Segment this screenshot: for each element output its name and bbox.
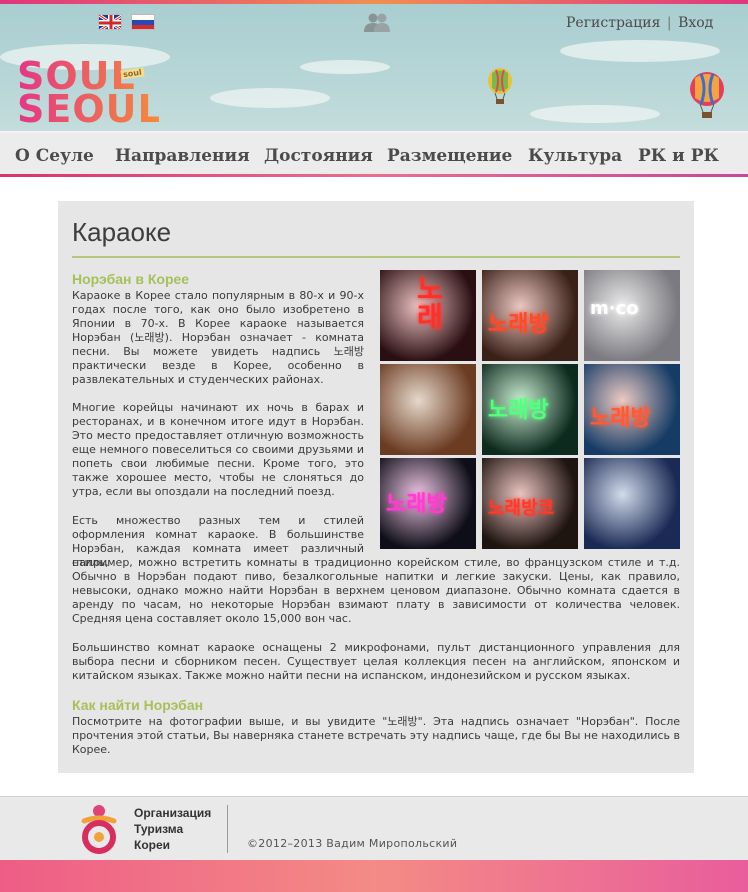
neon-sign-text: 노래방 — [488, 312, 549, 337]
balloon-icon — [488, 68, 512, 104]
nav-item-directions[interactable]: Направления — [115, 146, 250, 166]
cloud-decoration — [530, 105, 660, 123]
login-link[interactable]: Вход — [678, 15, 713, 31]
neon-sign-text: m·co — [590, 298, 639, 319]
paragraph: Посмотрите на фотографии выше, и вы увид… — [72, 715, 680, 756]
title-divider — [72, 256, 680, 258]
paragraph: Караоке в Корее стало популярным в 80-х … — [72, 289, 364, 386]
org-line: Туризма — [134, 822, 184, 836]
register-link[interactable]: Регистрация — [566, 15, 660, 31]
org-line: Кореи — [134, 838, 171, 852]
karaoke-photo: m·co — [584, 270, 680, 361]
karaoke-photo: 노래방 — [482, 364, 578, 455]
auth-links: Регистрация | Вход — [566, 15, 713, 31]
auth-separator: | — [666, 15, 672, 31]
section-heading-noraebang: Норэбан в Корее — [72, 271, 190, 287]
main-navigation: О Сеуле Направления Достояния Размещение… — [0, 131, 748, 176]
org-line: Организация — [134, 806, 212, 820]
nav-item-culture[interactable]: Культура — [528, 146, 622, 166]
neon-sign-text: 노래방 — [590, 406, 651, 431]
balloon-icon — [690, 72, 724, 118]
article-panel: Караоке Норэбан в Корее Караоке в Корее … — [58, 201, 694, 773]
logo-word-seoul: SEOUL — [17, 87, 163, 131]
users-icon[interactable] — [362, 12, 392, 32]
nav-accent-line — [0, 174, 748, 177]
page-title: Караоке — [72, 217, 172, 247]
russia-flag-icon[interactable] — [131, 14, 155, 30]
paragraph: Многие корейцы начинают их ночь в барах … — [72, 401, 364, 498]
karaoke-photo: 노래 — [380, 270, 476, 361]
paragraph: Большинство комнат караоке оснащены 2 ми… — [72, 641, 680, 682]
karaoke-photo: 노래방 — [380, 458, 476, 549]
footer-accent-bar — [0, 860, 748, 892]
header-top-accent-line — [0, 0, 748, 4]
neon-sign-text: 노래방코 — [488, 498, 555, 519]
cloud-decoration — [210, 88, 330, 108]
site-header: Регистрация | Вход SOUL SEOUL soul — [0, 0, 748, 131]
cloud-decoration — [300, 60, 390, 74]
karaoke-photo: 노래방코 — [482, 458, 578, 549]
paragraph: например, можно встретить комнаты в трад… — [72, 556, 680, 625]
neon-sign-text: 노래방 — [488, 398, 549, 423]
copyright-text: ©2012–2013 Вадим Миропольский — [247, 837, 458, 850]
neon-sign-text: 노래 — [412, 274, 445, 330]
neon-sign-text: 노래방 — [386, 492, 447, 517]
karaoke-photo — [380, 364, 476, 455]
nav-item-accommodation[interactable]: Размещение — [387, 146, 512, 166]
cloud-decoration — [560, 40, 720, 62]
nav-item-about-seoul[interactable]: О Сеуле — [15, 146, 94, 166]
kto-logo-icon[interactable] — [76, 803, 122, 855]
section-heading-find-noraebang: Как найти Норэбан — [72, 697, 204, 713]
karaoke-photo-grid: 노래 노래방 m·co 노래방 노래방 노래방 노래방코 — [380, 270, 680, 549]
footer-divider — [227, 805, 228, 853]
nav-item-rk-rk[interactable]: РК и РК — [638, 146, 719, 166]
karaoke-photo: 노래방 — [584, 364, 680, 455]
kto-org-name: Организация Туризма Кореи — [134, 805, 211, 853]
soul-seoul-logo[interactable]: SOUL SEOUL soul — [17, 57, 163, 131]
karaoke-photo — [584, 458, 680, 549]
karaoke-photo: 노래방 — [482, 270, 578, 361]
site-footer: Организация Туризма Кореи ©2012–2013 Вад… — [0, 796, 748, 861]
uk-flag-icon[interactable] — [98, 14, 122, 30]
nav-item-heritage[interactable]: Достояния — [264, 146, 373, 166]
